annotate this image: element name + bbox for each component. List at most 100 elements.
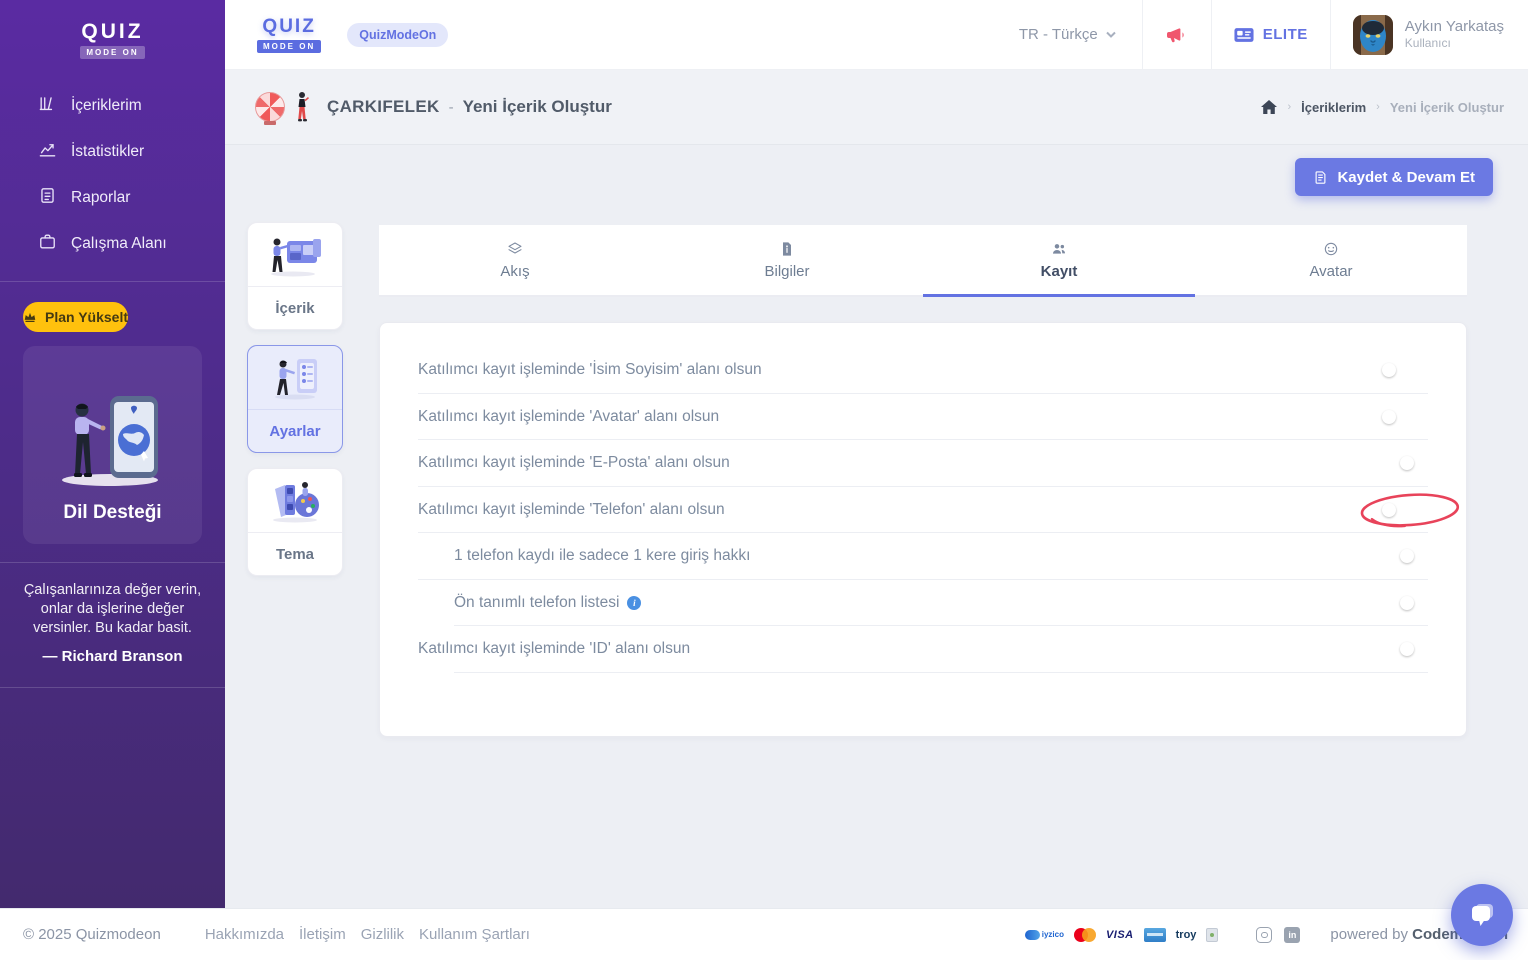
save-icon <box>1316 170 1326 184</box>
sidebar-item-label: İstatistikler <box>71 143 145 160</box>
breadcrumb-current: Yeni İçerik Oluştur <box>1389 99 1504 115</box>
breadcrumb: › İçeriklerim › Yeni İçerik Oluştur <box>1261 100 1504 115</box>
footer-link-terms[interactable]: Kullanım Şartları <box>419 926 530 943</box>
theme-illustration <box>248 469 342 533</box>
chevron-down-icon <box>1106 31 1116 38</box>
footer-link-about[interactable]: Hakkımızda <box>205 926 284 943</box>
sidebar-item-workspace[interactable]: Çalışma Alanı <box>0 221 225 267</box>
user-menu[interactable]: Aykın Yarkataş Kullanıcı <box>1329 0 1528 69</box>
sidebar-nav: İçeriklerim İstatistikler Raporlar Çalış… <box>0 83 225 267</box>
section-tab-settings[interactable]: Ayarlar <box>247 345 343 453</box>
section-tab-label: Ayarlar <box>269 422 321 440</box>
section-tabs: İçerik Ayarlar Tema <box>247 222 343 576</box>
megaphone-icon <box>1166 27 1184 42</box>
setting-label: Katılımcı kayıt işleminde 'ID' alanı ols… <box>418 640 691 658</box>
setting-label: Ön tanımlı telefon listesi <box>454 593 620 611</box>
setting-row-phone: Katılımcı kayıt işleminde 'Telefon' alan… <box>418 487 1460 534</box>
footer-link-privacy[interactable]: Gizlilik <box>361 926 404 943</box>
footer: © 2025 Quizmodeon Hakkımızda İletişim Gi… <box>0 908 1528 960</box>
linkedin-icon[interactable]: in <box>1284 926 1301 943</box>
red-ellipse-annotation <box>1360 493 1460 528</box>
setting-row-fullname: Katılımcı kayıt işleminde 'İsim Soyisim'… <box>418 347 1428 394</box>
tab-label: Kayıt <box>1040 262 1078 280</box>
section-tab-content[interactable]: İçerik <box>247 222 343 330</box>
info-file-icon <box>783 241 791 256</box>
copyright-text: © 2025 Quizmodeon <box>23 926 161 943</box>
tab-registration[interactable]: Kayıt <box>923 225 1195 297</box>
topbar: QUIZ MODE ON QuizModeOn TR - Türkçe ELIT… <box>225 0 1528 70</box>
sidebar-item-contents[interactable]: İçeriklerim <box>0 83 225 129</box>
home-icon[interactable] <box>1261 100 1278 114</box>
sidebar-item-reports[interactable]: Raporlar <box>0 175 225 221</box>
user-avatar <box>1352 14 1393 55</box>
sidebar-logo: QUIZ MODE ON <box>0 0 225 59</box>
info-icon[interactable]: i <box>627 595 642 610</box>
section-tab-label: Tema <box>275 545 315 563</box>
app-root: QUIZ MODE ON İçeriklerim İstatistikler R… <box>0 0 1528 960</box>
content-type-title: ÇARKIFELEK <box>327 97 440 116</box>
content-illustration <box>248 223 342 287</box>
host-figure-icon <box>298 92 309 122</box>
membership-card-icon <box>1234 27 1254 42</box>
tab-label: Avatar <box>1309 262 1353 280</box>
tab-label: Bilgiler <box>764 262 810 280</box>
tab-avatar[interactable]: Avatar <box>1195 225 1467 295</box>
settings-tabbar: Akış Bilgiler Kayıt Avatar <box>379 225 1467 297</box>
chart-icon <box>38 140 57 164</box>
payment-logos: iyzico VISA troy <box>1024 927 1219 942</box>
language-selector[interactable]: TR - Türkçe <box>993 0 1142 69</box>
footer-link-contact[interactable]: İletişim <box>299 926 346 943</box>
setting-row-id: Katılımcı kayıt işleminde 'ID' alanı ols… <box>418 626 1428 673</box>
logo-text: QUIZ <box>81 20 144 43</box>
report-icon <box>38 186 57 210</box>
breadcrumb-separator: › <box>1287 101 1292 113</box>
breadcrumb-separator: › <box>1376 101 1380 113</box>
logo-text: QUIZ <box>262 16 316 37</box>
breadcrumb-bar: ÇARKIFELEK - Yeni İçerik Oluştur › İçeri… <box>225 70 1528 145</box>
quote-author: — Richard Branson <box>42 647 183 665</box>
setting-row-single-entry: 1 telefon kaydı ile sadece 1 kere giriş … <box>418 533 1428 580</box>
save-continue-button[interactable]: Kaydet & Devam Et <box>1295 158 1493 196</box>
breadcrumb-link-contents[interactable]: İçeriklerim <box>1301 100 1366 115</box>
chat-bubble-icon <box>1472 904 1493 926</box>
footer-right: iyzico VISA troy in powered by Codemodeo… <box>1024 926 1508 943</box>
plan-label: ELITE <box>1262 26 1308 43</box>
topbar-left: QUIZ MODE ON QuizModeOn <box>225 0 993 69</box>
sidebar-item-statistics[interactable]: İstatistikler <box>0 129 225 175</box>
crown-icon <box>24 312 36 322</box>
setting-label: Katılımcı kayıt işleminde 'Telefon' alan… <box>418 500 725 518</box>
sidebar: QUIZ MODE ON İçeriklerim İstatistikler R… <box>0 0 225 908</box>
sidebar-item-label: Çalışma Alanı <box>71 235 167 252</box>
tab-flow[interactable]: Akış <box>379 225 651 295</box>
user-name: Aykın Yarkataş <box>1404 18 1504 36</box>
main-content: Kaydet & Devam Et İçerik Ayarlar Tema Ak… <box>225 145 1528 908</box>
troy-logo: troy <box>1175 928 1197 941</box>
setting-label: Katılımcı kayıt işleminde 'Avatar' alanı… <box>418 407 720 425</box>
header-logo[interactable]: QUIZ MODE ON <box>257 16 322 53</box>
upgrade-plan-button[interactable]: Plan Yükselt <box>23 302 129 332</box>
page-heading: ÇARKIFELEK - Yeni İçerik Oluştur <box>255 91 612 123</box>
announcements-button[interactable] <box>1141 0 1211 69</box>
sidebar-item-label: Raporlar <box>71 189 131 206</box>
workspace-badge[interactable]: QuizModeOn <box>347 22 449 47</box>
visa-logo: VISA <box>1105 928 1134 941</box>
chat-widget-button[interactable] <box>1451 884 1513 946</box>
instagram-icon[interactable] <box>1256 926 1273 943</box>
setting-label: Katılımcı kayıt işleminde 'E-Posta' alan… <box>418 454 730 472</box>
plan-section[interactable]: ELITE <box>1210 0 1330 69</box>
language-label: TR - Türkçe <box>1018 26 1098 43</box>
bank-card-logo <box>1143 927 1166 942</box>
page-title: Yeni İçerik Oluştur <box>462 97 612 116</box>
logo-badge: MODE ON <box>257 40 322 53</box>
registration-settings-card: Katılımcı kayıt işleminde 'İsim Soyisim'… <box>379 322 1467 737</box>
language-support-illustration <box>31 360 194 488</box>
upgrade-plan-label: Plan Yükselt <box>45 309 129 325</box>
section-tab-theme[interactable]: Tema <box>247 468 343 576</box>
tab-info[interactable]: Bilgiler <box>651 225 923 295</box>
save-continue-label: Kaydet & Devam Et <box>1337 168 1475 186</box>
language-support-card[interactable]: Dil Desteği <box>23 346 202 544</box>
quote-text: Çalışanlarınıza değer verin, onlar da iş… <box>23 582 202 636</box>
social-links: in <box>1256 926 1301 943</box>
user-role: Kullanıcı <box>1404 36 1451 51</box>
users-icon <box>1053 243 1065 254</box>
